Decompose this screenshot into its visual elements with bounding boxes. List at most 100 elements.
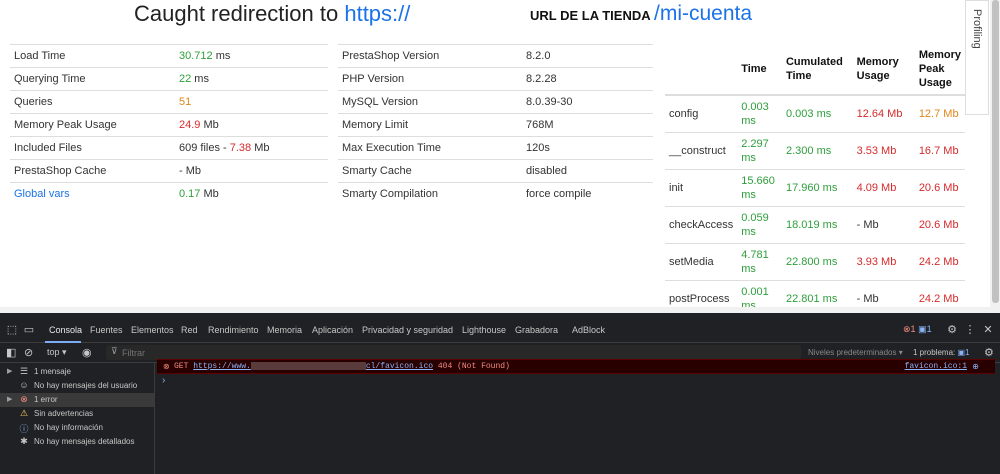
table-row: checkAccess 0.059 ms 18.019 ms - Mb 20.6 Mb — [665, 205, 965, 243]
perf-label: Load Time — [10, 44, 175, 68]
env-value: 8.0.39-30 — [522, 90, 653, 114]
app-window: Caught redirection to https:// URL DE LA… — [0, 0, 1000, 474]
context-selector[interactable]: top ▾ — [47, 347, 67, 358]
problems-count: 1 — [965, 348, 970, 357]
console-settings-gear-icon[interactable]: ⚙ — [984, 347, 994, 359]
stage-peak: 16.7 Mb — [914, 131, 965, 169]
env-value: force compile — [522, 182, 653, 206]
device-toolbar-icon[interactable]: ▭ — [23, 324, 35, 336]
sidebar-toggle-icon[interactable]: ◧ — [6, 347, 16, 359]
perf-label: Queries — [10, 90, 175, 114]
sidebar-item-label: Sin advertencias — [34, 409, 94, 418]
env-label: Max Execution Time — [338, 136, 522, 160]
clear-console-icon[interactable]: ⊘ — [24, 347, 33, 359]
stage-cum: 0.003 ms — [781, 94, 853, 132]
perf-unit: ms — [191, 73, 209, 85]
network-request-icon[interactable]: ⊕ — [972, 362, 979, 371]
stage-time: 2.297 ms — [737, 131, 782, 169]
env-label: Memory Limit — [338, 113, 522, 137]
inspect-element-icon[interactable]: ⬚ — [6, 324, 18, 336]
sidebar-item-user-messages[interactable]: ☺ No hay mensajes del usuario — [0, 379, 155, 393]
message-count-icon: ▣ — [918, 324, 927, 334]
col-header-memory: Memory Usage — [852, 44, 915, 96]
context-value: top — [47, 347, 60, 357]
table-row: Memory Peak Usage 24.9 Mb — [10, 113, 328, 137]
perf-label: Querying Time — [10, 67, 175, 91]
scrollbar-thumb[interactable] — [992, 0, 999, 303]
console-sidebar: ▶ ☰ 1 mensaje ☺ No hay mensajes del usua… — [0, 363, 155, 474]
tab-sources[interactable]: Fuentes — [90, 325, 123, 335]
settings-gear-icon[interactable]: ⚙ — [946, 324, 958, 336]
redirect-title: Caught redirection to https:// — [134, 1, 410, 27]
request-url-end[interactable]: cl/favicon.ico — [366, 362, 433, 371]
tab-application[interactable]: Aplicación — [312, 325, 353, 335]
table-row: __construct 2.297 ms 2.300 ms 3.53 Mb 16.7 M… — [665, 131, 965, 169]
warning-icon: ⚠ — [19, 408, 29, 418]
tab-memory[interactable]: Memoria — [267, 325, 302, 335]
stage-cum: 2.300 ms — [781, 131, 853, 169]
sidebar-item-verbose[interactable]: ✱ No hay mensajes detallados — [0, 435, 155, 449]
problems-button[interactable]: 1 problema: ▣1 — [913, 348, 970, 357]
error-count: 1 — [910, 324, 916, 334]
col-header-cumulated: Cumulated Time — [781, 44, 853, 96]
live-expression-eye-icon[interactable]: ◉ — [82, 347, 92, 359]
redirect-link[interactable]: https:// — [344, 1, 410, 26]
perf-unit: ms — [212, 50, 231, 62]
tab-console[interactable]: Consola — [49, 325, 82, 335]
page-vertical-scrollbar[interactable] — [990, 0, 1000, 313]
tab-network[interactable]: Red — [181, 325, 198, 335]
store-url-path[interactable]: /mi-cuenta — [654, 2, 752, 26]
profiling-toggle-tab[interactable]: Profiling — [965, 0, 989, 115]
problems-label: 1 problema: — [913, 348, 956, 357]
table-row: PHP Version 8.2.28 — [338, 67, 653, 91]
env-value: 768M — [522, 113, 653, 137]
error-icon: ⊗ — [20, 394, 28, 404]
stage-peak: 12.7 Mb — [914, 94, 965, 132]
tab-recorder[interactable]: Grabadora — [515, 325, 558, 335]
sidebar-item-warnings[interactable]: ⚠ Sin advertencias — [0, 407, 155, 421]
table-header-row: Time Cumulated Time Memory Usage Memory … — [665, 44, 965, 96]
error-count-icon: ⊗ — [903, 324, 911, 334]
perf-unit: Mb — [200, 119, 219, 131]
perf-value: 24.9 — [179, 119, 201, 131]
env-value: 120s — [522, 136, 653, 160]
stage-time: 4.781 ms — [737, 242, 782, 280]
sidebar-item-info[interactable]: ⓘ No hay información — [0, 421, 155, 435]
console-prompt-chevron-icon[interactable]: › — [162, 375, 165, 386]
stage-mem: 3.53 Mb — [852, 131, 915, 169]
close-icon[interactable]: ✕ — [982, 324, 994, 336]
sidebar-item-label: No hay mensajes detallados — [34, 437, 135, 446]
log-levels-dropdown[interactable]: Niveles predeterminados ▾ — [808, 348, 903, 357]
perf-unit: Mb — [200, 188, 219, 201]
filter-input[interactable] — [122, 346, 792, 359]
stage-name: init — [665, 168, 738, 206]
tab-performance[interactable]: Rendimiento — [208, 325, 259, 335]
env-value: 8.2.28 — [522, 67, 653, 91]
tab-lighthouse[interactable]: Lighthouse — [462, 325, 506, 335]
issues-counter[interactable]: ⊗1 ▣1 — [903, 324, 932, 335]
more-options-icon[interactable]: ⋮ — [964, 324, 976, 336]
store-url-label: URL DE LA TIENDA — [530, 8, 651, 23]
tab-privacy-security[interactable]: Privacidad y seguridad — [362, 325, 453, 335]
tab-elements[interactable]: Elementos — [131, 325, 174, 335]
perf-label: Memory Peak Usage — [10, 113, 175, 137]
tab-adblock[interactable]: AdBlock — [572, 325, 605, 335]
stage-mem: 12.64 Mb — [852, 94, 915, 132]
source-link[interactable]: favicon.ico:1 — [905, 362, 967, 371]
sidebar-item-messages[interactable]: ▶ ☰ 1 mensaje — [0, 365, 155, 379]
perf-value: 22 — [179, 73, 192, 85]
table-row: PrestaShop Cache - Mb — [10, 159, 328, 183]
filter-funnel-icon: ⊽ — [111, 346, 118, 356]
devtools-tabbar: ⬚ ▭ Consola Fuentes Elementos Red Rendim… — [0, 319, 1000, 343]
sidebar-item-errors[interactable]: ▶ ⊗ 1 error — [0, 393, 155, 407]
perf-value: - Mb — [179, 165, 201, 177]
global-vars-link[interactable]: Global vars — [10, 182, 175, 206]
stage-time: 0.003 ms — [737, 94, 782, 132]
request-url-start[interactable]: https://www. — [193, 362, 251, 371]
chevron-down-icon: ▾ — [62, 347, 67, 357]
error-message-text: GET https://www. cl/favicon.ico 404 (Not … — [174, 362, 510, 371]
problems-icon: ▣ — [957, 348, 966, 357]
stage-cum: 22.800 ms — [781, 242, 853, 280]
table-row: Load Time 30.712 ms — [10, 44, 328, 68]
table-row: PrestaShop Version 8.2.0 — [338, 44, 653, 68]
